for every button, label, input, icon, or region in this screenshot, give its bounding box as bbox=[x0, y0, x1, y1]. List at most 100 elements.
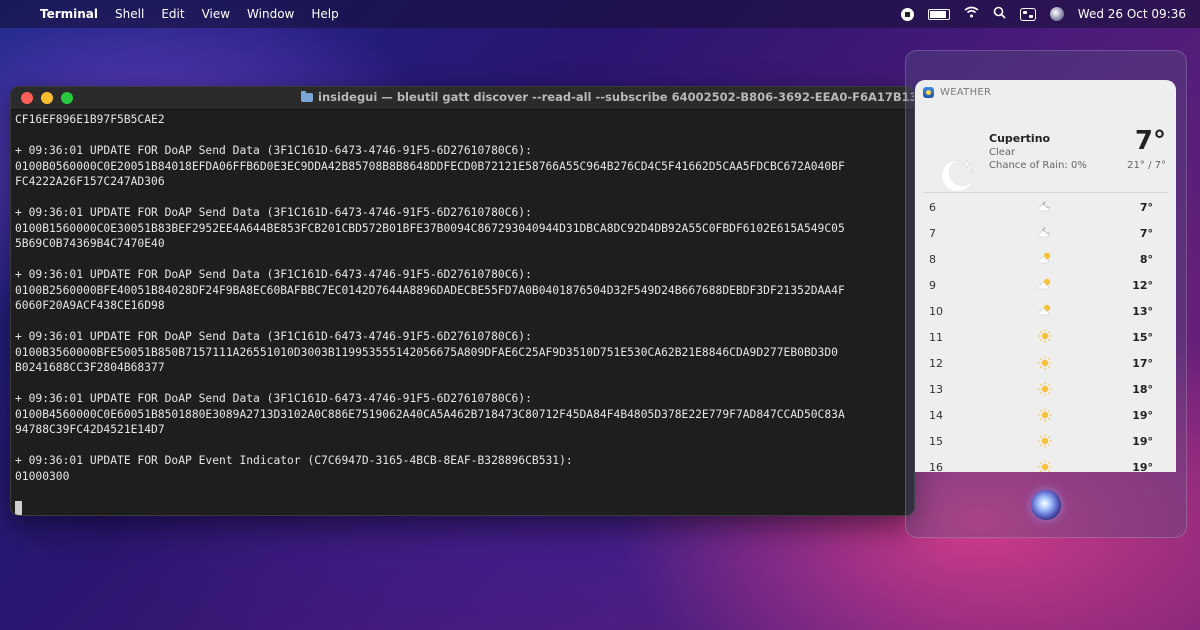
forecast-hour: 16 bbox=[929, 461, 943, 472]
forecast-temperature: 13° bbox=[1132, 304, 1153, 318]
forecast-hour: 9 bbox=[929, 278, 936, 292]
terminal-line: CF16EF896E1B97F5B5CAE2 bbox=[15, 113, 165, 126]
forecast-hour: 6 bbox=[929, 200, 936, 214]
terminal-line: 94788C39FC42D4521E14D7 bbox=[15, 423, 165, 436]
sun-icon bbox=[1037, 356, 1053, 370]
terminal-line: 0100B1560000C0E30051B83BEF2952EE4A644BE8… bbox=[15, 221, 845, 235]
stop-recording-icon[interactable] bbox=[900, 7, 914, 21]
menu-view[interactable]: View bbox=[202, 7, 230, 21]
weather-city: Cupertino bbox=[989, 132, 1051, 145]
terminal-line: 0100B2560000BFE40051B84028DF24F9BA8EC60B… bbox=[15, 283, 845, 297]
forecast-temperature: 18° bbox=[1132, 383, 1153, 397]
forecast-hour: 8 bbox=[929, 252, 936, 266]
text-cursor bbox=[15, 500, 22, 515]
weather-widget[interactable]: WEATHER Cupertino Clear Chance of Rain: … bbox=[915, 80, 1176, 472]
spotlight-search-icon[interactable] bbox=[993, 6, 1006, 23]
sun-icon bbox=[1037, 460, 1053, 472]
partly-sunny-icon bbox=[1037, 277, 1053, 291]
terminal-output[interactable]: CF16EF896E1B97F5B5CAE2 + 09:36:01 UPDATE … bbox=[11, 110, 914, 515]
forecast-hour: 12 bbox=[929, 357, 943, 371]
clear-night-moon-icon bbox=[941, 159, 975, 193]
weather-app-icon bbox=[923, 86, 934, 98]
menu-shell[interactable]: Shell bbox=[115, 7, 144, 21]
window-title: insidegui — bleutil gatt discover --read… bbox=[301, 90, 914, 104]
hourly-forecast-row: 14 19° bbox=[929, 403, 1163, 429]
hourly-forecast-row: 10 13° bbox=[929, 298, 1163, 324]
forecast-hour: 11 bbox=[929, 331, 943, 345]
forecast-temperature: 19° bbox=[1132, 435, 1153, 449]
forecast-temperature: 7° bbox=[1139, 226, 1153, 240]
terminal-line: 6060F20A9ACF438CE16D98 bbox=[15, 299, 165, 312]
cloud-moon-icon bbox=[1037, 225, 1053, 239]
terminal-line: + 09:36:01 UPDATE FOR DoAP Send Data (3F… bbox=[15, 206, 532, 219]
menu-bar: Terminal Shell Edit View Window Help Wed… bbox=[0, 0, 1200, 28]
forecast-temperature: 19° bbox=[1132, 461, 1153, 472]
sun-icon bbox=[1037, 434, 1053, 448]
forecast-hour: 13 bbox=[929, 383, 943, 397]
forecast-temperature: 7° bbox=[1139, 200, 1153, 214]
terminal-line: + 09:36:01 UPDATE FOR DoAP Send Data (3F… bbox=[15, 392, 532, 405]
weather-widget-title: WEATHER bbox=[940, 86, 992, 98]
folder-icon bbox=[301, 90, 313, 102]
status-menus: Wed 26 Oct 09:36 bbox=[900, 0, 1186, 28]
weather-rain-chance: Chance of Rain: 0% bbox=[989, 160, 1087, 171]
cloud-moon-icon bbox=[1037, 199, 1053, 213]
hourly-forecast-row: 12 17° bbox=[929, 351, 1163, 377]
terminal-line: 0100B3560000BFE50051B850B7157111A2655101… bbox=[15, 345, 838, 359]
terminal-line: 0100B0560000C0E20051B84018EFDA06FFB6D0E3… bbox=[15, 159, 845, 173]
hourly-forecast-row: 11 15° bbox=[929, 324, 1163, 350]
hourly-forecast-row: 7 7° bbox=[929, 220, 1163, 246]
terminal-line: + 09:36:01 UPDATE FOR DoAP Event Indicat… bbox=[15, 454, 573, 467]
hourly-forecast-row: 16 19° bbox=[929, 455, 1163, 472]
temperature-range: 21° / 7° bbox=[1127, 160, 1166, 171]
terminal-line: B0241688CC3F2804B68377 bbox=[15, 361, 165, 374]
forecast-temperature: 8° bbox=[1139, 252, 1153, 266]
minimize-button[interactable] bbox=[41, 92, 53, 104]
wifi-icon[interactable] bbox=[964, 6, 979, 22]
hourly-forecast-row: 15 19° bbox=[929, 429, 1163, 455]
menu-window[interactable]: Window bbox=[247, 7, 294, 21]
forecast-hour: 14 bbox=[929, 409, 943, 423]
zoom-button[interactable] bbox=[61, 92, 73, 104]
menu-bar-clock[interactable]: Wed 26 Oct 09:36 bbox=[1078, 7, 1186, 21]
forecast-temperature: 17° bbox=[1132, 357, 1153, 371]
partly-sunny-icon bbox=[1037, 251, 1053, 265]
terminal-window: insidegui — bleutil gatt discover --read… bbox=[10, 86, 915, 516]
terminal-prompt-line bbox=[15, 500, 910, 516]
hourly-forecast-row: 13 18° bbox=[929, 377, 1163, 403]
terminal-titlebar[interactable]: insidegui — bleutil gatt discover --read… bbox=[11, 87, 914, 110]
weather-widget-header: WEATHER bbox=[915, 80, 1176, 104]
forecast-hour: 7 bbox=[929, 226, 936, 240]
forecast-temperature: 15° bbox=[1132, 331, 1153, 345]
siri-orb-icon[interactable] bbox=[1031, 490, 1061, 520]
forecast-hour: 10 bbox=[929, 304, 943, 318]
terminal-line: 5B69C0B74369B4C7470E40 bbox=[15, 237, 165, 250]
hourly-forecast-row: 9 12° bbox=[929, 272, 1163, 298]
sun-icon bbox=[1037, 408, 1053, 422]
hourly-forecast: 6 7° 7 7° 8 8° 9 12° 10 13° 11 15° 12 17° 13 18° 14 19° 15… bbox=[929, 194, 1163, 472]
terminal-line: + 09:36:01 UPDATE FOR DoAP Send Data (3F… bbox=[15, 330, 532, 343]
weather-condition: Clear bbox=[989, 147, 1016, 158]
terminal-line: FC4222A26F157C247AD306 bbox=[15, 175, 165, 188]
battery-icon[interactable] bbox=[927, 8, 950, 20]
forecast-temperature: 12° bbox=[1132, 278, 1153, 292]
current-weather: Cupertino Clear Chance of Rain: 0% 7° 21… bbox=[923, 104, 1168, 193]
window-controls bbox=[21, 92, 73, 104]
menu-edit[interactable]: Edit bbox=[161, 7, 184, 21]
forecast-temperature: 19° bbox=[1132, 409, 1153, 423]
app-menu-terminal[interactable]: Terminal bbox=[40, 7, 98, 21]
hourly-forecast-row: 8 8° bbox=[929, 246, 1163, 272]
control-center-icon[interactable] bbox=[1019, 7, 1036, 21]
terminal-line: + 09:36:01 UPDATE FOR DoAP Send Data (3F… bbox=[15, 268, 532, 281]
close-button[interactable] bbox=[21, 92, 33, 104]
siri-icon[interactable] bbox=[1049, 7, 1064, 21]
terminal-line: + 09:36:01 UPDATE FOR DoAP Send Data (3F… bbox=[15, 144, 532, 157]
hourly-forecast-row: 6 7° bbox=[929, 194, 1163, 220]
terminal-line: 0100B4560000C0E60051B8501880E3089A2713D3… bbox=[15, 407, 845, 421]
menu-help[interactable]: Help bbox=[311, 7, 338, 21]
forecast-hour: 15 bbox=[929, 435, 943, 449]
terminal-line: 01000300 bbox=[15, 469, 70, 483]
